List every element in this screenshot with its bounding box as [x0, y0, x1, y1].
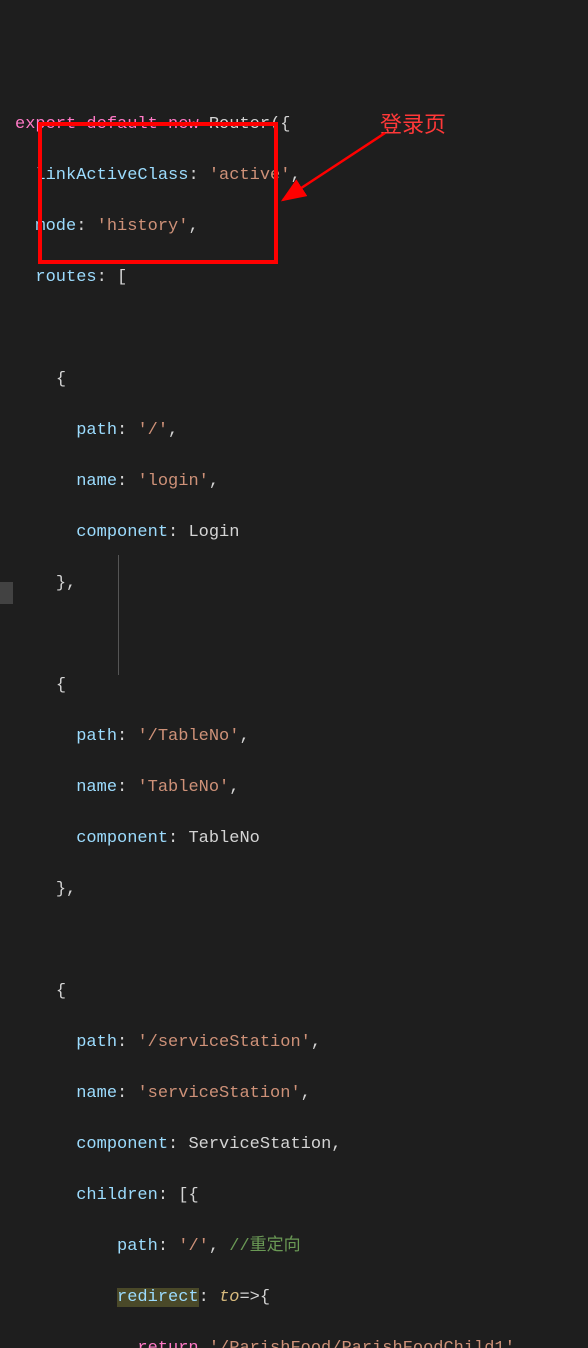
code-line-19: children: [{: [0, 1183, 588, 1209]
code-line-13: component: TableNo: [0, 826, 588, 852]
code-line-2: linkActiveClass: 'active',: [0, 163, 588, 189]
prop-path-1: path: [76, 421, 117, 440]
code-line-15: {: [0, 979, 588, 1005]
prop-redirect: redirect: [117, 1288, 199, 1307]
val-root-2: '/': [178, 1237, 209, 1256]
param-to: to: [219, 1288, 239, 1307]
val-login: 'login': [137, 472, 208, 491]
val-root: '/': [137, 421, 168, 440]
code-line-blank1: [0, 316, 588, 342]
prop-linkactive: linkActiveClass: [35, 166, 188, 185]
code-line-16: path: '/serviceStation',: [0, 1030, 588, 1056]
comp-tableno: TableNo: [188, 829, 259, 848]
prop-path-4: path: [117, 1237, 158, 1256]
code-line-7: name: 'login',: [0, 469, 588, 495]
prop-comp-3: component: [76, 1135, 168, 1154]
code-line-8: component: Login: [0, 520, 588, 546]
code-line-6: path: '/',: [0, 418, 588, 444]
prop-name-3: name: [76, 1084, 117, 1103]
code-line-4: routes: [: [0, 265, 588, 291]
prop-path-3: path: [76, 1033, 117, 1052]
code-line-14: },: [0, 877, 588, 903]
val-service-path: '/serviceStation': [137, 1033, 310, 1052]
kw-default: default: [86, 115, 157, 134]
annotation-highlight-box: [38, 122, 278, 264]
prop-name-1: name: [76, 472, 117, 491]
comp-service: ServiceStation: [188, 1135, 331, 1154]
code-line-5: {: [0, 367, 588, 393]
code-line-18: component: ServiceStation,: [0, 1132, 588, 1158]
code-line-20: path: '/', //重定向: [0, 1234, 588, 1260]
code-line-9: },: [0, 571, 588, 597]
prop-mode: mode: [35, 217, 76, 236]
code-line-10: {: [0, 673, 588, 699]
prop-name-2: name: [76, 778, 117, 797]
val-tableno-name: 'TableNo': [137, 778, 229, 797]
val-tableno-path: '/TableNo': [137, 727, 239, 746]
code-line-21: redirect: to=>{: [0, 1285, 588, 1311]
prop-comp-2: component: [76, 829, 168, 848]
prop-routes: routes: [35, 268, 96, 287]
code-line-blank3: [0, 928, 588, 954]
ident-router: Router: [209, 115, 270, 134]
prop-path-2: path: [76, 727, 117, 746]
code-line-1: export default new Router({: [0, 112, 588, 138]
val-active: 'active': [209, 166, 291, 185]
kw-export: export: [15, 115, 76, 134]
val-parish: '/ParishFood/ParishFoodChild1': [209, 1339, 515, 1348]
indent-guide: [118, 555, 119, 675]
code-line-22: return '/ParishFood/ParishFoodChild1': [0, 1336, 588, 1348]
kw-return: return: [137, 1339, 198, 1348]
prop-children: children: [76, 1186, 158, 1205]
code-line-17: name: 'serviceStation',: [0, 1081, 588, 1107]
code-line-blank2: [0, 622, 588, 648]
comment-redirect: //重定向: [229, 1237, 300, 1256]
comp-login: Login: [188, 523, 239, 542]
val-service-name: 'serviceStation': [137, 1084, 300, 1103]
code-line-11: path: '/TableNo',: [0, 724, 588, 750]
code-line-3: mode: 'history',: [0, 214, 588, 240]
kw-new: new: [168, 115, 199, 134]
code-line-12: name: 'TableNo',: [0, 775, 588, 801]
scrollbar-thumb[interactable]: [0, 582, 13, 604]
val-history: 'history': [97, 217, 189, 236]
prop-comp-1: component: [76, 523, 168, 542]
